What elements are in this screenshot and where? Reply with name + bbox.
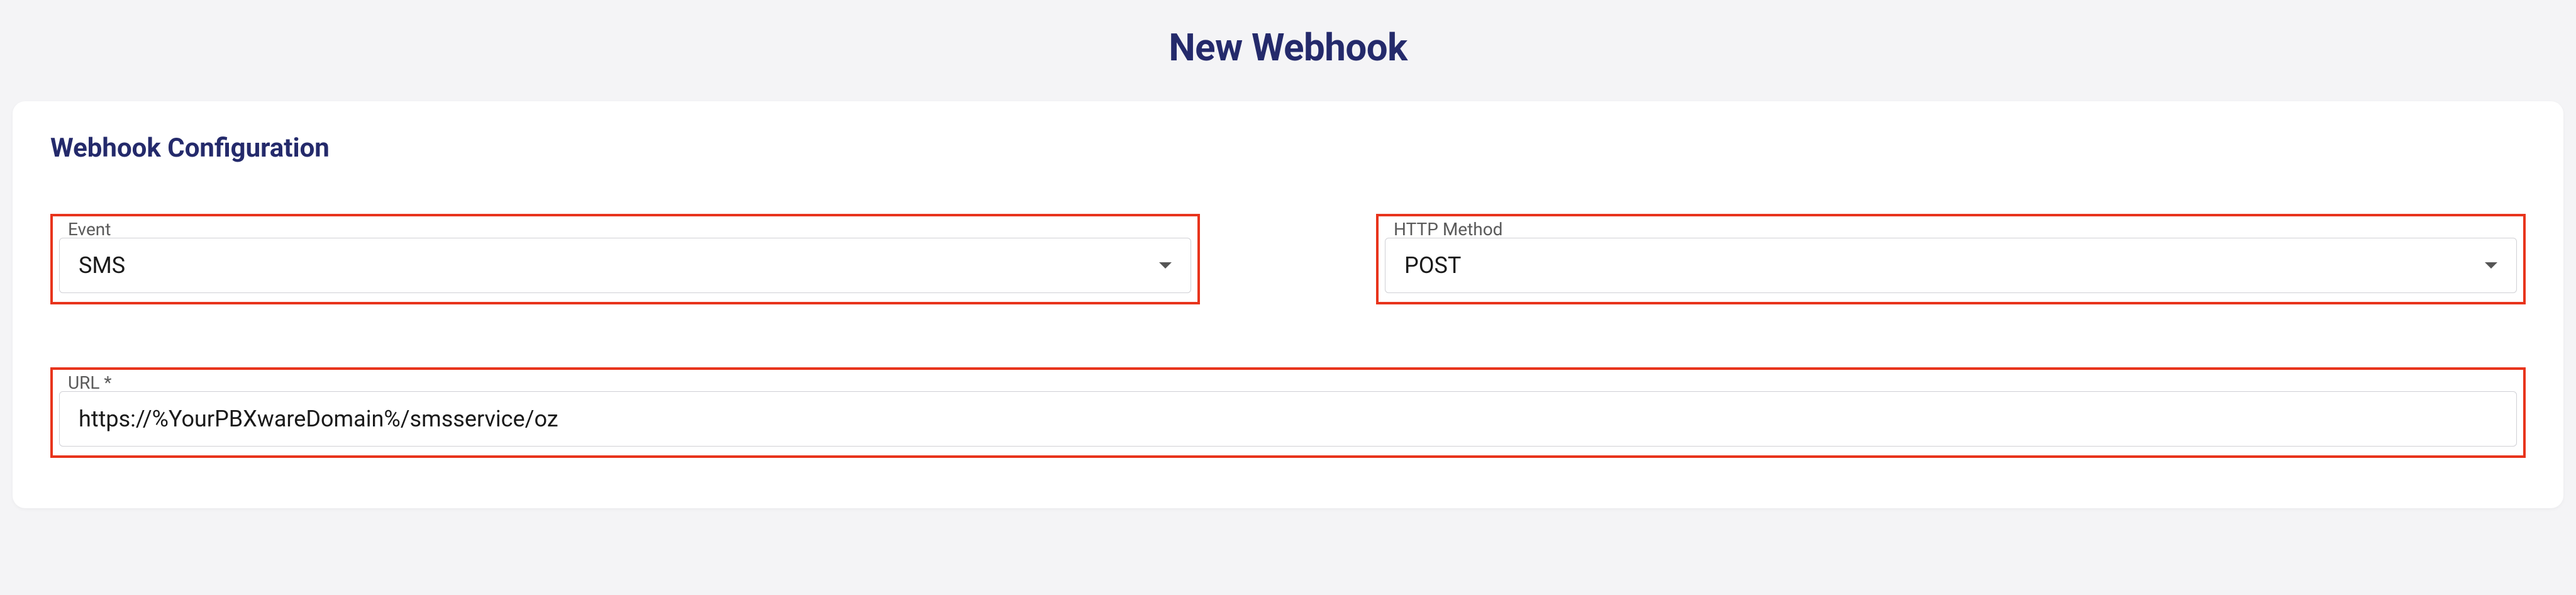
event-select-value: SMS — [79, 252, 125, 279]
event-label: Event — [68, 219, 111, 240]
url-label: URL * — [68, 372, 112, 393]
event-highlight: Event SMS — [50, 214, 1200, 304]
http-method-highlight: HTTP Method POST — [1376, 214, 2526, 304]
page-title: New Webhook — [0, 25, 2576, 70]
chevron-down-icon — [2485, 262, 2497, 269]
url-input-wrap — [59, 391, 2517, 447]
event-select[interactable]: SMS — [59, 238, 1191, 293]
url-highlight: URL * — [50, 367, 2526, 458]
chevron-down-icon — [1159, 262, 1172, 269]
http-method-label: HTTP Method — [1394, 219, 1502, 240]
http-method-select-value: POST — [1404, 252, 1461, 279]
http-method-select[interactable]: POST — [1385, 238, 2517, 293]
url-input[interactable] — [79, 406, 2497, 432]
webhook-config-card: Webhook Configuration Event SMS HTTP Met… — [13, 101, 2563, 508]
section-title: Webhook Configuration — [50, 133, 2526, 164]
